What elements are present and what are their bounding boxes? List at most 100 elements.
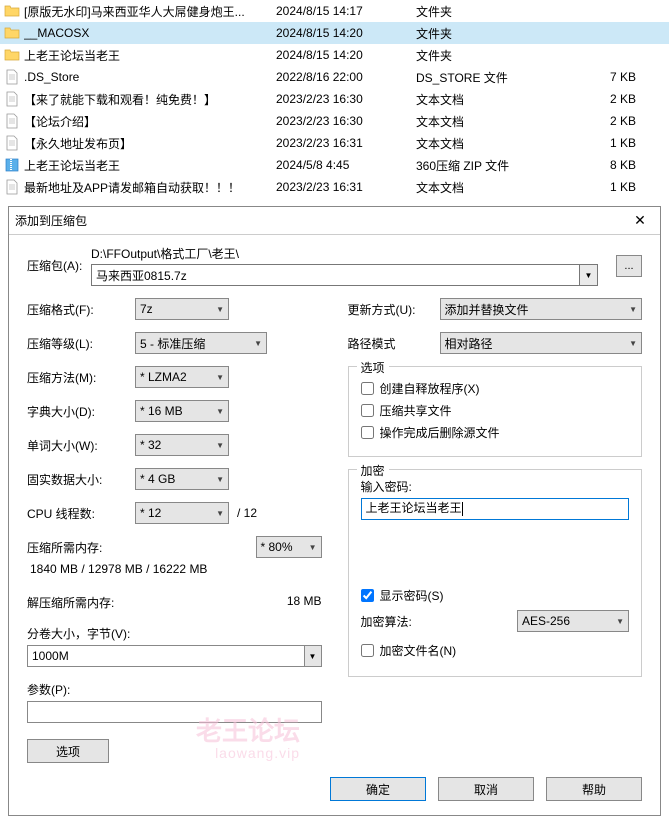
update-mode-select[interactable]: 添加并替换文件▼ (440, 298, 643, 320)
level-label: 压缩等级(L): (27, 335, 135, 352)
threads-total: / 12 (237, 506, 257, 520)
file-type: 文本文档 (416, 91, 581, 108)
file-date: 2022/8/16 22:00 (276, 70, 416, 84)
options-button[interactable]: 选项 (27, 739, 109, 763)
method-select[interactable]: * LZMA2▼ (135, 366, 229, 388)
level-select[interactable]: 5 - 标准压缩▼ (135, 332, 267, 354)
sfx-checkbox-row[interactable]: 创建自释放程序(X) (361, 380, 630, 397)
file-row[interactable]: 【永久地址发布页】2023/2/23 16:31文本文档1 KB (0, 132, 669, 154)
format-select[interactable]: 7z▼ (135, 298, 229, 320)
pathmode-label: 路径模式 (348, 335, 440, 352)
method-label: 压缩方法(M): (27, 369, 135, 386)
file-name: 最新地址及APP请发邮箱自动获取！！！ (24, 179, 276, 196)
archive-name-input[interactable] (91, 264, 580, 286)
file-date: 2024/8/15 14:20 (276, 48, 416, 62)
file-name: .DS_Store (24, 70, 276, 84)
file-name: __MACOSX (24, 26, 276, 40)
txt-icon (4, 135, 20, 151)
close-icon[interactable]: ✕ (626, 210, 654, 232)
file-row[interactable]: 上老王论坛当老王2024/5/8 4:45360压缩 ZIP 文件8 KB (0, 154, 669, 176)
file-row[interactable]: 最新地址及APP请发邮箱自动获取！！！2023/2/23 16:31文本文档1 … (0, 176, 669, 198)
options-group: 选项 创建自释放程序(X) 压缩共享文件 操作完成后删除源文件 (348, 366, 643, 457)
file-name: 上老王论坛当老王 (24, 47, 276, 64)
file-row[interactable]: 【论坛介绍】2023/2/23 16:30文本文档2 KB (0, 110, 669, 132)
chevron-down-icon: ▼ (216, 373, 224, 382)
dict-select[interactable]: * 16 MB▼ (135, 400, 229, 422)
path-mode-select[interactable]: 相对路径▼ (440, 332, 643, 354)
chevron-down-icon: ▼ (216, 441, 224, 450)
file-date: 2023/2/23 16:30 (276, 114, 416, 128)
file-type: DS_STORE 文件 (416, 69, 581, 86)
show-password-checkbox[interactable] (361, 589, 374, 602)
enc-alg-label: 加密算法: (361, 613, 412, 630)
cancel-button[interactable]: 取消 (438, 777, 534, 801)
file-type: 文本文档 (416, 135, 581, 152)
file-row[interactable]: __MACOSX2024/8/15 14:20文件夹 (0, 22, 669, 44)
txt-icon (4, 179, 20, 195)
browse-button[interactable]: ... (616, 255, 642, 277)
zip-icon (4, 157, 20, 173)
file-type: 文件夹 (416, 3, 581, 20)
chevron-down-icon: ▼ (216, 475, 224, 484)
left-column: 压缩格式(F):7z▼ 压缩等级(L):5 - 标准压缩▼ 压缩方法(M):* … (27, 298, 322, 763)
file-row[interactable]: 上老王论坛当老王2024/8/15 14:20文件夹 (0, 44, 669, 66)
archive-dialog: 添加到压缩包 ✕ 压缩包(A): D:\FFOutput\格式工厂\老王\ ▼ … (8, 206, 661, 816)
encrypt-names-row[interactable]: 加密文件名(N) (361, 642, 630, 659)
split-dropdown-icon[interactable]: ▼ (305, 645, 322, 667)
file-size: 1 KB (581, 180, 646, 194)
chevron-down-icon: ▼ (616, 617, 624, 626)
show-password-row[interactable]: 显示密码(S) (361, 587, 630, 604)
chevron-down-icon: ▼ (216, 305, 224, 314)
archive-path-row: 压缩包(A): D:\FFOutput\格式工厂\老王\ ▼ ... (27, 245, 642, 286)
file-size: 2 KB (581, 92, 646, 106)
file-row[interactable]: .DS_Store2022/8/16 22:00DS_STORE 文件7 KB (0, 66, 669, 88)
decompress-mem-label: 解压缩所需内存: (27, 594, 114, 611)
params-input[interactable] (27, 701, 322, 723)
archive-folder-path: D:\FFOutput\格式工厂\老王\ (91, 245, 598, 262)
compress-mem-detail: 1840 MB / 12978 MB / 16222 MB (30, 562, 322, 576)
file-size: 7 KB (581, 70, 646, 84)
update-label: 更新方式(U): (348, 301, 440, 318)
file-date: 2023/2/23 16:31 (276, 136, 416, 150)
file-size: 8 KB (581, 158, 646, 172)
folder-icon (4, 3, 20, 19)
sfx-checkbox[interactable] (361, 382, 374, 395)
file-date: 2024/8/15 14:20 (276, 26, 416, 40)
file-type: 360压缩 ZIP 文件 (416, 157, 581, 174)
decompress-mem-value: 18 MB (287, 594, 322, 611)
dialog-footer: 老王论坛 laowang.vip 确定 取消 帮助 (27, 777, 642, 801)
encrypt-names-checkbox[interactable] (361, 644, 374, 657)
archive-dropdown-icon[interactable]: ▼ (580, 264, 598, 286)
file-name: 【永久地址发布页】 (24, 135, 276, 152)
password-input[interactable]: 上老王论坛当老王 (361, 498, 630, 520)
file-row[interactable]: [原版无水印]马来西亚华人大屌健身炮王...2024/8/15 14:17文件夹 (0, 0, 669, 22)
share-checkbox-row[interactable]: 压缩共享文件 (361, 402, 630, 419)
compress-mem-pct-select[interactable]: * 80%▼ (256, 536, 322, 558)
threads-label: CPU 线程数: (27, 505, 135, 522)
delete-checkbox-row[interactable]: 操作完成后删除源文件 (361, 424, 630, 441)
help-button[interactable]: 帮助 (546, 777, 642, 801)
password-label: 输入密码: (361, 478, 630, 495)
file-row[interactable]: 【来了就能下载和观看！纯免费！】2023/2/23 16:30文本文档2 KB (0, 88, 669, 110)
ok-button[interactable]: 确定 (330, 777, 426, 801)
dialog-body: 压缩包(A): D:\FFOutput\格式工厂\老王\ ▼ ... 压缩格式(… (9, 235, 660, 815)
file-type: 文件夹 (416, 47, 581, 64)
threads-select[interactable]: * 12▼ (135, 502, 229, 524)
enc-alg-select[interactable]: AES-256▼ (517, 610, 629, 632)
share-checkbox[interactable] (361, 404, 374, 417)
txt-icon (4, 91, 20, 107)
solid-select[interactable]: * 4 GB▼ (135, 468, 229, 490)
archive-label: 压缩包(A): (27, 257, 91, 274)
file-name: [原版无水印]马来西亚华人大屌健身炮王... (24, 3, 276, 20)
delete-checkbox[interactable] (361, 426, 374, 439)
right-column: 更新方式(U):添加并替换文件▼ 路径模式相对路径▼ 选项 创建自释放程序(X)… (348, 298, 643, 763)
split-size-input[interactable] (27, 645, 305, 667)
word-select[interactable]: * 32▼ (135, 434, 229, 456)
file-name: 上老王论坛当老王 (24, 157, 276, 174)
chevron-down-icon: ▼ (216, 509, 224, 518)
file-size: 2 KB (581, 114, 646, 128)
file-date: 2024/8/15 14:17 (276, 4, 416, 18)
file-type: 文件夹 (416, 25, 581, 42)
format-label: 压缩格式(F): (27, 301, 135, 318)
file-name: 【论坛介绍】 (24, 113, 276, 130)
